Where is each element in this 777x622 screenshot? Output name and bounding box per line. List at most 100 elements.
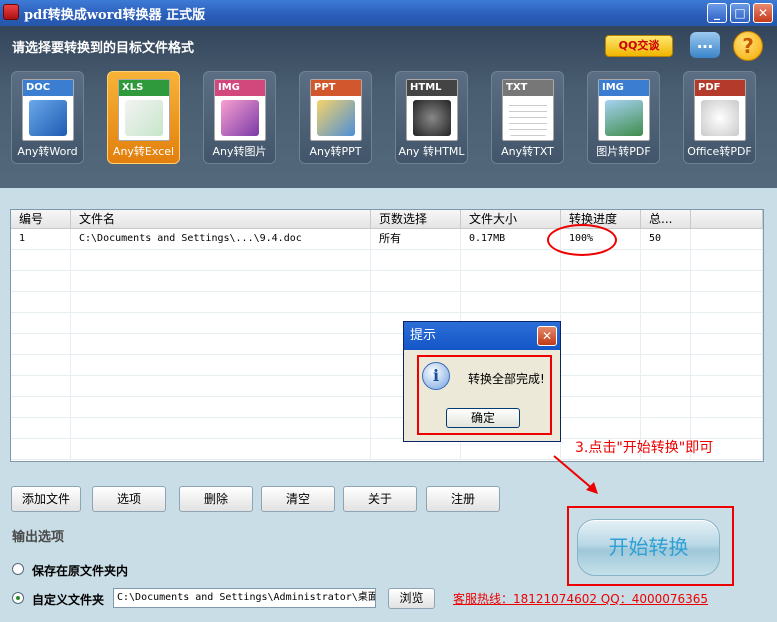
format-label: 图片转PDF: [596, 145, 651, 158]
table-row-empty: [11, 271, 763, 292]
format-art-icon: [221, 100, 259, 136]
format-label: Any转Word: [17, 145, 78, 158]
format-art-icon: [317, 100, 355, 136]
radio-original-label[interactable]: 保存在原文件夹内: [32, 562, 128, 579]
table-cell-empty: [11, 376, 71, 396]
progress-highlight-ellipse: [547, 224, 617, 256]
format-tile-img[interactable]: IMG 图片转PDF: [587, 71, 660, 164]
title-bar: pdf转换成word转换器 正式版 _ □ ✕: [0, 0, 777, 26]
table-cell-empty: [71, 292, 371, 312]
browse-button[interactable]: 浏览: [388, 588, 435, 609]
format-art-icon: [605, 100, 643, 136]
table-cell-empty: [561, 376, 641, 396]
format-header: 请选择要转换到的目标文件格式 QQ交谈 … ? DOC Any转Word XLS An…: [0, 26, 777, 188]
table-cell-empty: [71, 376, 371, 396]
options-button[interactable]: 选项: [92, 486, 166, 512]
format-tile-ppt[interactable]: PPT Any转PPT: [299, 71, 372, 164]
table-cell-empty: [71, 250, 371, 270]
dialog-highlight-box: [417, 355, 552, 435]
table-cell-empty: [641, 313, 691, 333]
format-art-icon: [701, 100, 739, 136]
format-tile-pdf[interactable]: PDF Office转PDF: [683, 71, 756, 164]
table-cell-empty: [71, 418, 371, 438]
cell-filename: C:\Documents and Settings\...\9.4.doc: [71, 229, 371, 249]
table-cell-empty: [691, 334, 763, 354]
start-convert-button[interactable]: 开始转换: [577, 519, 720, 576]
file-table[interactable]: 编号 文件名 页数选择 文件大小 转换进度 总... 1 C:\Document…: [10, 209, 764, 462]
table-cell-empty: [371, 439, 461, 459]
format-label: Any 转HTML: [398, 145, 465, 158]
qq-chat-button[interactable]: QQ交谈: [605, 35, 673, 57]
format-tag: PDF: [695, 80, 745, 96]
maximize-button[interactable]: □: [730, 3, 750, 23]
table-cell-empty: [71, 313, 371, 333]
table-cell-empty: [561, 292, 641, 312]
table-row-empty: [11, 250, 763, 271]
column-header[interactable]: 文件大小: [461, 210, 561, 228]
table-row-empty: [11, 397, 763, 418]
table-cell-empty: [461, 292, 561, 312]
table-cell-empty: [461, 250, 561, 270]
table-cell-empty: [11, 292, 71, 312]
table-cell-empty: [691, 376, 763, 396]
table-cell-empty: [371, 292, 461, 312]
table-cell-empty: [641, 250, 691, 270]
table-cell-empty: [71, 271, 371, 291]
table-cell-empty: [561, 271, 641, 291]
table-cell-empty: [641, 334, 691, 354]
format-tile-doc[interactable]: DOC Any转Word: [11, 71, 84, 164]
format-art-icon: [125, 100, 163, 136]
document-icon: IMG: [598, 79, 650, 141]
radio-original-folder[interactable]: [12, 563, 24, 575]
table-header: 编号 文件名 页数选择 文件大小 转换进度 总...: [11, 210, 763, 229]
format-art-icon: [509, 100, 547, 136]
format-label: Any转PPT: [309, 145, 362, 158]
column-header[interactable]: 总...: [641, 210, 691, 228]
column-header[interactable]: 页数选择: [371, 210, 461, 228]
table-row-empty: [11, 418, 763, 439]
clear-button[interactable]: 清空: [261, 486, 335, 512]
format-art-icon: [413, 100, 451, 136]
table-row-empty: [11, 376, 763, 397]
support-hotline-link[interactable]: 客服热线：18121074602 QQ：4000076365: [453, 590, 708, 607]
close-button[interactable]: ✕: [753, 3, 773, 23]
table-row-empty: [11, 334, 763, 355]
format-tag: HTML: [407, 80, 457, 96]
format-tile-txt[interactable]: TXT Any转TXT: [491, 71, 564, 164]
format-tile-img[interactable]: IMG Any转图片: [203, 71, 276, 164]
radio-custom-label[interactable]: 自定义文件夹: [32, 591, 104, 608]
format-label: Any转Excel: [112, 145, 175, 158]
table-row-empty: [11, 292, 763, 313]
document-icon: TXT: [502, 79, 554, 141]
table-row[interactable]: 1 C:\Documents and Settings\...\9.4.doc …: [11, 229, 763, 250]
format-tile-html[interactable]: HTML Any 转HTML: [395, 71, 468, 164]
window-title: pdf转换成word转换器 正式版: [24, 8, 206, 23]
add-file-button[interactable]: 添加文件: [11, 486, 81, 512]
table-cell-empty: [71, 355, 371, 375]
about-button[interactable]: 关于: [343, 486, 417, 512]
document-icon: IMG: [214, 79, 266, 141]
output-path-input[interactable]: C:\Documents and Settings\Administrator\…: [113, 588, 376, 608]
format-label: Office转PDF: [687, 145, 752, 158]
column-header[interactable]: 编号: [11, 210, 71, 228]
table-cell-empty: [561, 355, 641, 375]
format-tile-xls[interactable]: XLS Any转Excel: [107, 71, 180, 164]
table-cell-empty: [71, 397, 371, 417]
chat-bubble-icon[interactable]: …: [690, 32, 720, 58]
minimize-button[interactable]: _: [707, 3, 727, 23]
register-button[interactable]: 注册: [426, 486, 500, 512]
dialog-close-button[interactable]: ✕: [537, 326, 557, 346]
column-header[interactable]: 文件名: [71, 210, 371, 228]
radio-custom-folder[interactable]: [12, 592, 24, 604]
delete-button[interactable]: 删除: [179, 486, 253, 512]
help-icon[interactable]: ?: [733, 31, 763, 61]
format-tag: IMG: [599, 80, 649, 96]
table-cell-empty: [461, 439, 561, 459]
table-cell-empty: [561, 313, 641, 333]
cell-empty: [691, 229, 763, 249]
table-cell-empty: [11, 355, 71, 375]
table-cell-empty: [691, 418, 763, 438]
table-cell-empty: [371, 250, 461, 270]
table-cell-empty: [11, 313, 71, 333]
cell-index: 1: [11, 229, 71, 249]
